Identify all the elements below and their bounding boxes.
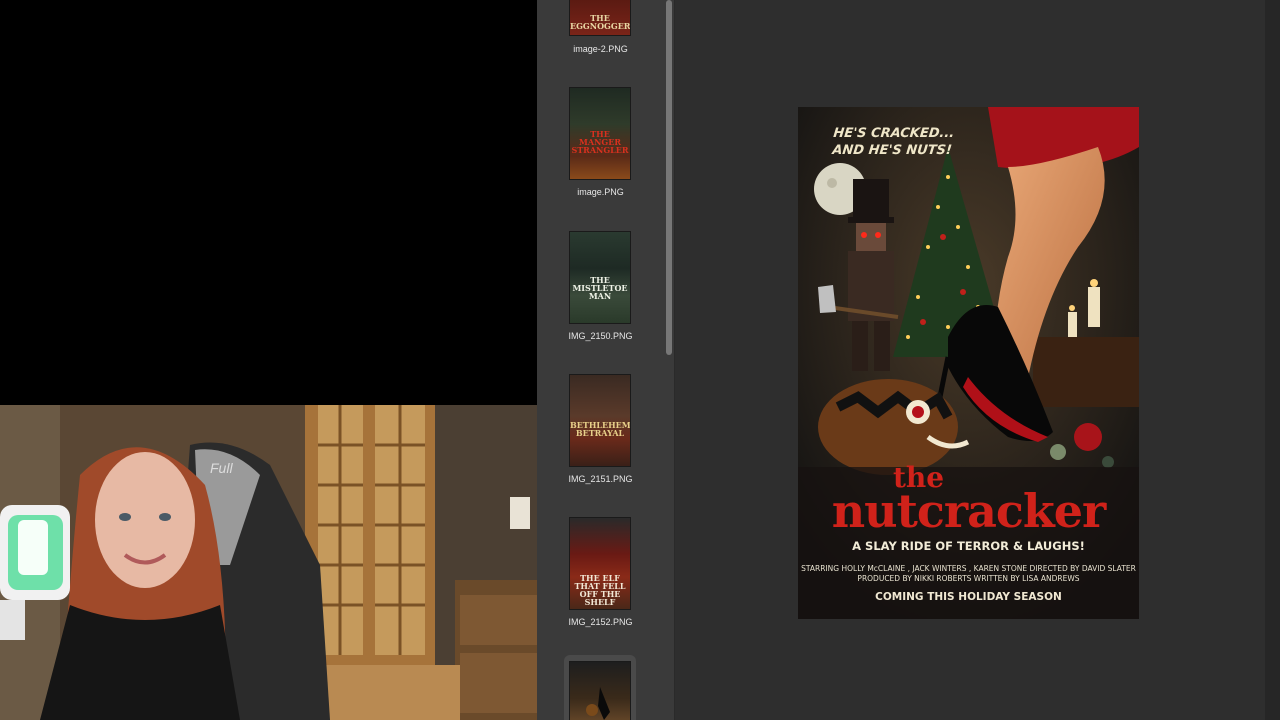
- poster-credits-line-1: STARRING HOLLY McCLAINE , JACK WINTERS ,…: [801, 564, 1136, 573]
- thumbnail-filename: IMG_2151.PNG: [568, 474, 633, 484]
- thumbnail-filename: image-2.PNG: [573, 44, 628, 54]
- poster-tagline-line-2: AND HE'S NUTS!: [831, 143, 953, 158]
- webcam-scene: Full: [0, 405, 537, 720]
- thumbnail-poster-title: THE MISTLETOE MAN: [572, 275, 628, 301]
- thumbnail-poster-title: THE MANGER STRANGLER: [571, 129, 629, 155]
- poster-image[interactable]: HE'S CRACKED... AND HE'S NUTS! the nutcr…: [798, 107, 1139, 619]
- selected-thumbnail-image[interactable]: [569, 661, 631, 720]
- poster-credits: STARRING HOLLY McCLAINE , JACK WINTERS ,…: [798, 564, 1139, 584]
- empty-screen-area: [0, 0, 537, 405]
- sidebar-scrollbar[interactable]: [666, 0, 672, 355]
- thumbnail-sidebar[interactable]: THE EGGNOGGER image-2.PNG THE MANGER STR…: [537, 0, 675, 720]
- thumbnail-filename: IMG_2150.PNG: [568, 331, 633, 341]
- selected-thumbnail-art: [586, 687, 610, 720]
- thumbnail-image[interactable]: BETHLEHEM BETRAYAL: [569, 374, 631, 467]
- chair-brand-text: Full: [210, 460, 233, 476]
- thumbnail-poster-title: THE EGGNOGGER: [570, 13, 631, 31]
- poster-credits-line-2: PRODUCED BY NIKKI ROBERTS WRITTEN BY LIS…: [857, 574, 1080, 583]
- thumbnail-poster-title: THE ELF THAT FELL OFF THE SHELF: [574, 573, 626, 607]
- thumbnail-image[interactable]: THE EGGNOGGER: [569, 0, 631, 36]
- poster-tagline-line-1: HE'S CRACKED...: [832, 126, 956, 141]
- thumbnail-poster-title: BETHLEHEM BETRAYAL: [570, 420, 631, 438]
- thumbnail-filename: IMG_2152.PNG: [568, 617, 633, 627]
- thumbnail-image[interactable]: THE MISTLETOE MAN: [569, 231, 631, 324]
- window-edge: [1265, 0, 1280, 720]
- thumbnail-filename: image.PNG: [577, 187, 624, 197]
- poster-subtitle: A SLAY RIDE OF TERROR & LAUGHS!: [852, 539, 1085, 553]
- thumbnail-image[interactable]: THE ELF THAT FELL OFF THE SHELF: [569, 517, 631, 610]
- thumbnail-image[interactable]: THE MANGER STRANGLER: [569, 87, 631, 180]
- poster-release-text: COMING THIS HOLIDAY SEASON: [875, 591, 1062, 603]
- poster-tagline: HE'S CRACKED... AND HE'S NUTS!: [816, 125, 970, 159]
- webcam-feed: Full: [0, 405, 537, 720]
- poster-title-main: nutcracker: [831, 484, 1107, 538]
